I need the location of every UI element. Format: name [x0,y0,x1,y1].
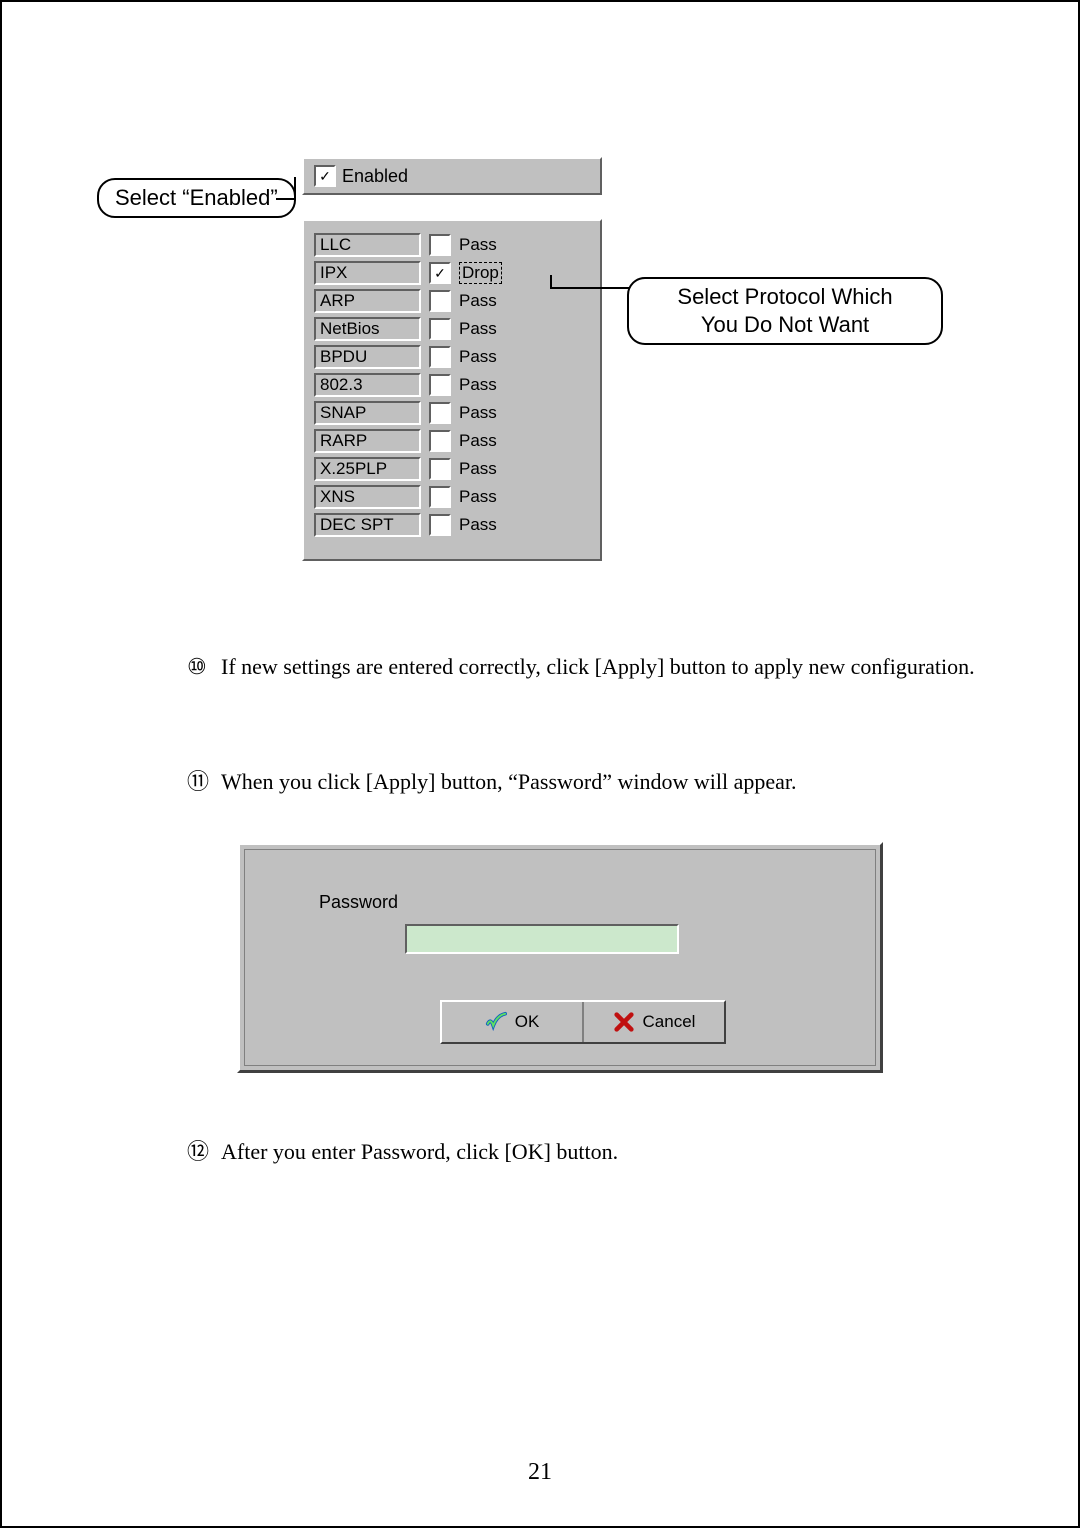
protocol-row: RARP Pass [314,427,590,455]
close-icon [613,1011,635,1033]
protocol-state-label: Pass [459,291,497,311]
protocol-checkbox[interactable] [429,430,451,452]
protocol-name: XNS [314,485,421,509]
step-10-num: ⑩ [187,647,221,687]
protocol-name: DEC SPT [314,513,421,537]
protocol-checkbox[interactable] [429,262,451,284]
protocol-checkbox[interactable] [429,234,451,256]
protocol-state-label: Pass [459,375,497,395]
callout-select-protocol-l1: Select Protocol Which [645,283,925,311]
protocol-state-label: Pass [459,515,497,535]
protocol-name: IPX [314,261,421,285]
callout-select-protocol: Select Protocol Which You Do Not Want [627,277,943,345]
enabled-panel: Enabled [302,157,602,195]
protocol-row: NetBios Pass [314,315,590,343]
protocol-state-label: Drop [459,262,502,284]
protocol-state-label: Pass [459,319,497,339]
connector-line [276,198,296,200]
protocol-row: X.25PLP Pass [314,455,590,483]
connector-line [294,177,296,199]
protocol-name: SNAP [314,401,421,425]
step-12-text: After you enter Password, click [OK] but… [221,1139,618,1164]
connector-line [550,275,552,289]
protocol-state-label: Pass [459,431,497,451]
protocol-panel: Enabled LLC Pass IPX Drop ARP Pass NetBios Pass… [302,157,602,561]
enabled-checkbox[interactable] [314,165,336,187]
step-10: ⑩If new settings are entered correctly, … [187,647,988,687]
protocol-row: IPX Drop [314,259,590,287]
protocol-checkbox[interactable] [429,374,451,396]
protocol-row: DEC SPT Pass [314,511,590,539]
protocol-checkbox[interactable] [429,486,451,508]
enabled-label: Enabled [342,166,408,187]
ok-button[interactable]: OK [442,1002,582,1042]
step-10-text: If new settings are entered correctly, c… [221,654,975,679]
protocol-row: 802.3 Pass [314,371,590,399]
protocol-row: LLC Pass [314,231,590,259]
step-12: ⑫After you enter Password, click [OK] bu… [187,1132,988,1172]
protocol-name: BPDU [314,345,421,369]
document-page: Enabled LLC Pass IPX Drop ARP Pass NetBios Pass… [0,0,1080,1528]
protocol-state-label: Pass [459,235,497,255]
protocol-name: X.25PLP [314,457,421,481]
callout-select-enabled-text: Select “Enabled” [115,185,278,210]
dialog-button-bar: OK Cancel [440,1000,726,1044]
step-12-num: ⑫ [187,1132,221,1172]
protocol-checkbox[interactable] [429,402,451,424]
step-11-num: ⑪ [187,762,221,802]
protocol-name: 802.3 [314,373,421,397]
protocol-name: RARP [314,429,421,453]
protocol-checkbox[interactable] [429,346,451,368]
connector-line [552,287,630,289]
protocol-name: ARP [314,289,421,313]
protocol-state-label: Pass [459,403,497,423]
protocol-row: BPDU Pass [314,343,590,371]
protocol-checkbox[interactable] [429,458,451,480]
password-dialog: Password OK [237,842,883,1073]
callout-select-protocol-l2: You Do Not Want [645,311,925,339]
page-number: 21 [2,1459,1078,1486]
check-icon [485,1011,507,1033]
password-input[interactable] [405,924,679,954]
protocol-row: SNAP Pass [314,399,590,427]
protocol-name: NetBios [314,317,421,341]
protocol-list: LLC Pass IPX Drop ARP Pass NetBios Pass BPDU Pass… [302,219,602,561]
protocol-state-label: Pass [459,487,497,507]
protocol-row: XNS Pass [314,483,590,511]
protocol-row: ARP Pass [314,287,590,315]
password-label: Password [319,892,398,913]
protocol-checkbox[interactable] [429,514,451,536]
protocol-checkbox[interactable] [429,290,451,312]
step-11: ⑪When you click [Apply] button, “Passwor… [187,762,988,802]
ok-button-label: OK [515,1012,540,1032]
password-dialog-inner: Password OK [244,849,876,1066]
protocol-name: LLC [314,233,421,257]
protocol-checkbox[interactable] [429,318,451,340]
protocol-state-label: Pass [459,347,497,367]
protocol-state-label: Pass [459,459,497,479]
step-11-text: When you click [Apply] button, “Password… [221,769,797,794]
callout-select-enabled: Select “Enabled” [97,178,296,218]
cancel-button-label: Cancel [643,1012,696,1032]
cancel-button[interactable]: Cancel [582,1002,724,1042]
